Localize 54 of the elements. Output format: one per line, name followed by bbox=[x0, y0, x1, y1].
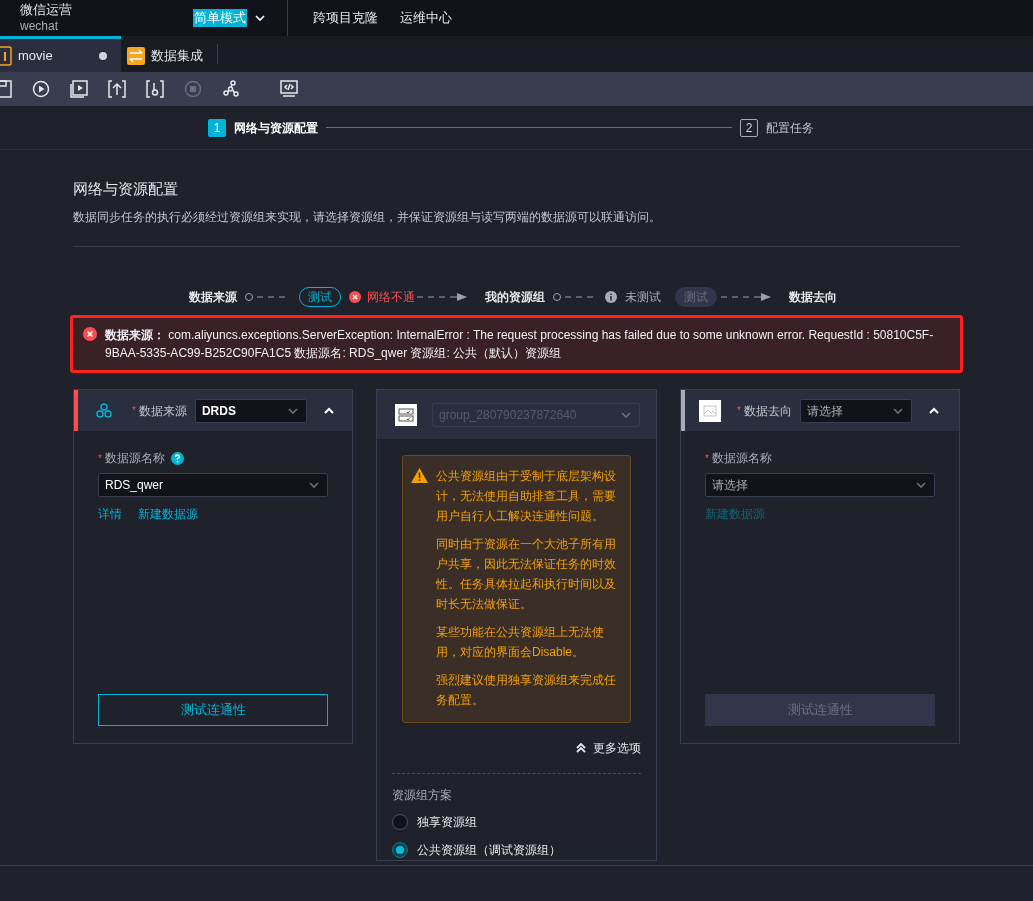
nodes-icon[interactable] bbox=[222, 80, 240, 98]
code-icon[interactable] bbox=[280, 80, 298, 98]
flow-node-label: 我的资源组 bbox=[485, 289, 545, 306]
warning-text: 强烈建议使用独享资源组来完成任务配置。 bbox=[436, 672, 617, 709]
nav-link[interactable]: 运维中心 bbox=[400, 8, 452, 28]
required-mark: * bbox=[737, 404, 741, 418]
status-label: 未测试 bbox=[625, 289, 661, 306]
status-label: 网络不通 bbox=[367, 289, 415, 306]
section-title: 网络与资源配置 bbox=[73, 179, 179, 199]
radio-button[interactable] bbox=[392, 842, 408, 858]
more-options-button[interactable]: 更多选项 bbox=[575, 739, 641, 757]
datasource-select[interactable]: 请选择 bbox=[705, 473, 935, 497]
required-mark: * bbox=[132, 404, 136, 418]
test-connectivity-button[interactable]: 测试连通性 bbox=[98, 694, 328, 726]
type-select[interactable]: 请选择 bbox=[799, 398, 912, 423]
play-icon[interactable] bbox=[32, 80, 50, 98]
help-icon bbox=[170, 451, 184, 465]
warning-text: 公共资源组由于受制于底层架构设计，无法使用自助排查工具，需要用户自行人工解决连通性问题。 bbox=[436, 468, 617, 525]
run-frame-icon[interactable] bbox=[70, 80, 88, 98]
section-description: 数据同步任务的执行必须经过资源组来实现，请选择资源组，并保证资源组与读写两端的数据源可以联通访问。 bbox=[73, 209, 662, 226]
datasource-select[interactable]: RDS_qwer bbox=[98, 473, 328, 497]
radio-button[interactable] bbox=[392, 814, 408, 830]
key-icon[interactable] bbox=[146, 80, 164, 98]
type-select[interactable]: DRDS bbox=[194, 398, 307, 423]
editor-tab[interactable]: 数据集成 bbox=[120, 36, 217, 72]
field-label: 数据去向 bbox=[743, 402, 792, 420]
warning-icon bbox=[411, 468, 428, 483]
image-icon bbox=[699, 399, 721, 422]
project-code: wechat bbox=[20, 18, 60, 34]
step-item[interactable]: 2 配置任务 bbox=[740, 118, 814, 137]
double-chevron-up-icon bbox=[575, 742, 587, 754]
error-icon bbox=[83, 327, 97, 341]
upload-icon[interactable] bbox=[108, 80, 126, 98]
radio-option[interactable]: 独享资源组 bbox=[392, 812, 641, 832]
checklist-icon bbox=[395, 403, 417, 426]
field-label: 数据源名称 bbox=[104, 450, 165, 467]
field-label: 数据源名称 bbox=[711, 450, 772, 467]
required-mark: * bbox=[98, 451, 102, 466]
swap-arrows-icon bbox=[126, 46, 145, 65]
flow-node-label: 数据来源 bbox=[189, 289, 237, 306]
warning-text: 同时由于资源在一个大池子所有用户共享，因此无法保证任务的时效性。任务具体拉起和执行时间以及时长无法做保证。 bbox=[436, 536, 617, 613]
flow-node-label: 数据去向 bbox=[789, 289, 837, 306]
link[interactable]: 详情 bbox=[98, 505, 122, 523]
project-name: 微信运营 bbox=[20, 2, 73, 18]
radio-option[interactable]: 公共资源组（调试资源组） bbox=[392, 840, 641, 860]
warning-text: 某些功能在公共资源组上无法使用，对应的界面会Disable。 bbox=[436, 624, 605, 661]
error-message: 数据来源： com.aliyuncs.exceptions.ServerException: InternalError : The request processing has failed due to some unknown error. RequestId : 50810C5F-9BAA-5335-AC99-B252C90FA1C5 数据源名: RDS_qwer 资源组: 公共（默认）资源组 bbox=[105, 327, 935, 362]
plan-label: 资源组方案 bbox=[392, 787, 453, 804]
nav-link[interactable]: 跨项目克隆 bbox=[313, 8, 378, 28]
editor-tab[interactable]: movie bbox=[0, 36, 121, 72]
step-item[interactable]: 1 网络与资源配置 bbox=[208, 118, 318, 137]
field-label: 数据来源 bbox=[138, 402, 187, 420]
link[interactable]: 新建数据源 bbox=[138, 505, 198, 523]
required-mark: * bbox=[705, 451, 709, 466]
